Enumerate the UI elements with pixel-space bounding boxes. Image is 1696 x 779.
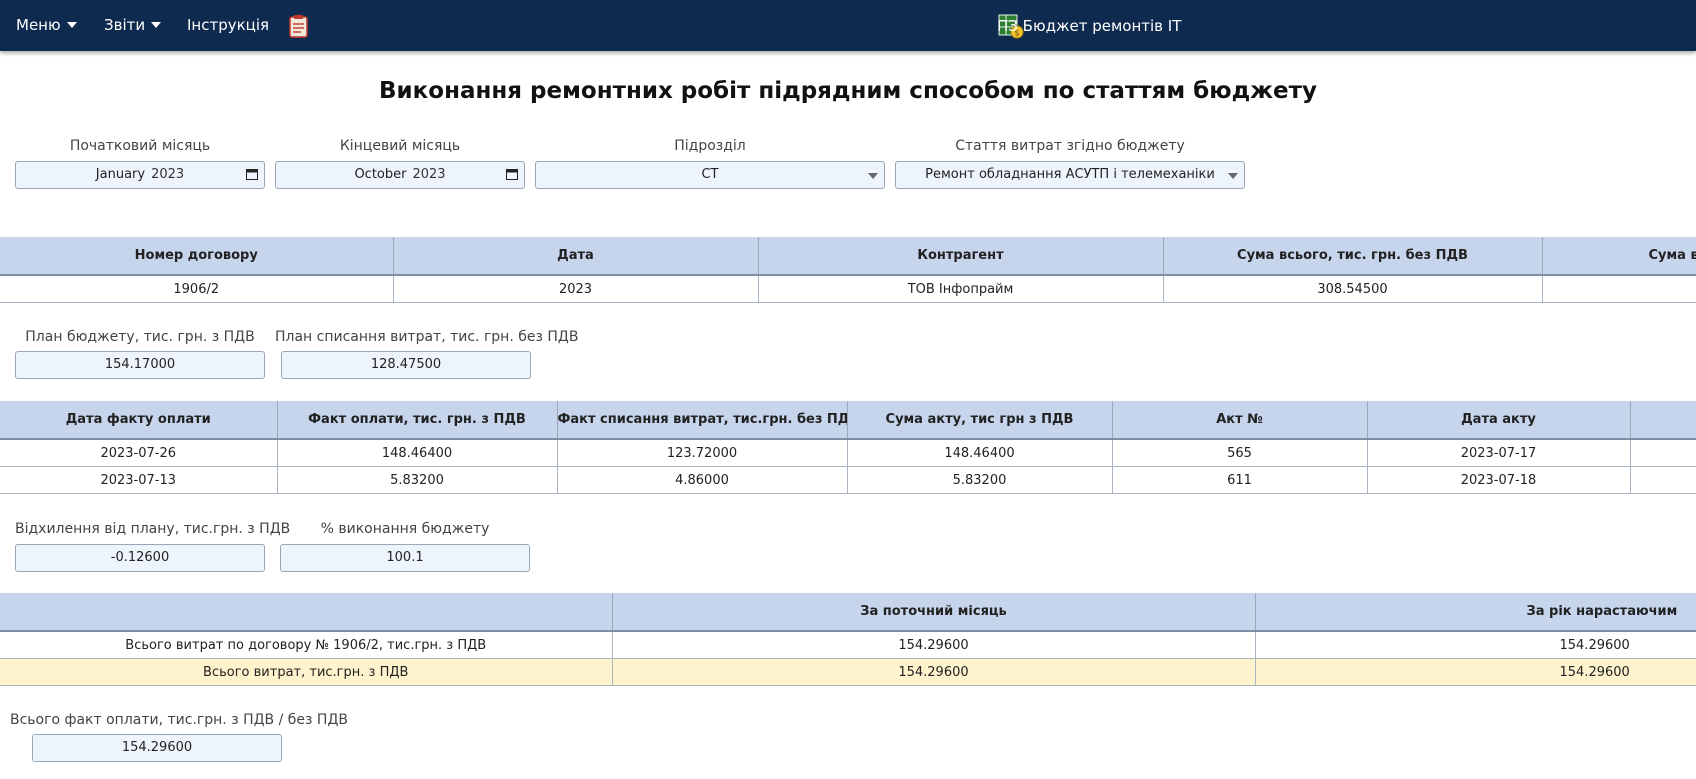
table-cell: 5.83200	[277, 466, 558, 494]
reports-label: Звіти	[104, 16, 146, 34]
top-navbar: Меню Звіти Інструкція $ ПЗ Бюджет ремонт…	[0, 0, 1696, 51]
table-cell	[1630, 439, 1696, 467]
table-cell: ТОВ Інфопрайм	[758, 275, 1164, 303]
table-header-row: Номер договору Дата Контрагент Сума всьо…	[0, 237, 1696, 276]
table-cell: 123.72000	[557, 439, 848, 467]
division-label: Підрозділ	[674, 138, 746, 154]
budget-item-select[interactable]: Ремонт обладнання АСУТП і телемеханіки	[895, 161, 1245, 189]
column-header: Факт оплати, тис. грн. з ПДВ	[277, 401, 558, 440]
contracts-table: Номер договору Дата Контрагент Сума всьо…	[0, 237, 1696, 303]
table-cell: 611	[1112, 466, 1368, 494]
table-cell: 2023-07-26	[0, 439, 278, 467]
menu-label: Меню	[16, 16, 61, 34]
table-cell: 2023	[393, 275, 759, 303]
column-header	[1630, 401, 1696, 440]
column-header: Сума вс	[1542, 237, 1696, 276]
start-month-input[interactable]: January 2023	[15, 161, 265, 189]
table-row[interactable]: 2023-07-13 5.83200 4.86000 5.83200 611 2…	[0, 466, 1696, 494]
table-header-row: За поточний місяць За рік нарастаючим	[0, 593, 1696, 632]
dropdown-arrow-icon	[1228, 173, 1238, 179]
table-cell	[1630, 466, 1696, 494]
table-cell: 2023-07-17	[1367, 439, 1631, 467]
table-cell: 148.46400	[277, 439, 558, 467]
table-row[interactable]: Всього витрат по договору № 1906/2, тис.…	[0, 631, 1696, 659]
table-cell	[1542, 275, 1696, 303]
app-title: ПЗ Бюджет ремонтів IT	[997, 17, 1182, 35]
dropdown-arrow-icon	[868, 173, 878, 179]
column-header: Номер договору	[0, 237, 394, 276]
table-row[interactable]: 2023-07-26 148.46400 123.72000 148.46400…	[0, 439, 1696, 467]
table-cell: 5.83200	[847, 466, 1113, 494]
table-cell: 154.29600	[1255, 631, 1696, 659]
division-select[interactable]: СТ	[535, 161, 885, 189]
column-header: Дата акту	[1367, 401, 1631, 440]
total-paid-field[interactable]: 154.29600	[32, 734, 282, 762]
column-header: Факт списання витрат, тис.грн. без ПДВ	[557, 401, 848, 440]
column-header	[0, 593, 613, 632]
column-header: Дата факту оплати	[0, 401, 278, 440]
deviation-field[interactable]: -0.12600	[15, 544, 265, 572]
table-cell: 308.54500	[1163, 275, 1543, 303]
table-cell: 148.46400	[847, 439, 1113, 467]
caret-down-icon	[66, 22, 77, 28]
column-header: За поточний місяць	[612, 593, 1256, 632]
plan-writeoff-label: План списання витрат, тис. грн. без ПДВ	[275, 329, 579, 345]
column-header: За рік нарастаючим	[1255, 593, 1696, 632]
instruction-label: Інструкція	[187, 16, 270, 34]
end-month-label: Кінцевий місяць	[339, 138, 461, 154]
clipboard-report-icon[interactable]	[288, 14, 310, 38]
budget-item-label: Стаття витрат згідно бюджету	[955, 138, 1185, 154]
column-header: Сума акту, тис грн з ПДВ	[847, 401, 1113, 440]
column-header: Дата	[393, 237, 759, 276]
total-paid-label: Всього факт оплати, тис.грн. з ПДВ / без…	[10, 712, 348, 728]
table-cell: 154.29600	[1255, 658, 1696, 686]
table-cell: Всього витрат, тис.грн. з ПДВ	[0, 658, 613, 686]
table-cell: 154.29600	[612, 658, 1256, 686]
plan-writeoff-field[interactable]: 128.47500	[281, 351, 531, 379]
table-row[interactable]: 1906/2 2023 ТОВ Інфопрайм 308.54500	[0, 275, 1696, 303]
table-cell: 565	[1112, 439, 1368, 467]
summary-table: За поточний місяць За рік нарастаючим Вс…	[0, 593, 1696, 686]
plan-budget-field[interactable]: 154.17000	[15, 351, 265, 379]
table-cell: 2023-07-18	[1367, 466, 1631, 494]
deviation-label: Відхилення від плану, тис.грн. з ПДВ	[15, 521, 291, 537]
calendar-icon[interactable]	[246, 168, 258, 180]
table-cell: 154.29600	[612, 631, 1256, 659]
reports-dropdown[interactable]: Звіти	[104, 16, 162, 34]
table-cell: 4.86000	[557, 466, 848, 494]
page-title: Виконання ремонтних робіт підрядним спос…	[379, 78, 1317, 104]
column-header: Сума всього, тис. грн. без ПДВ	[1163, 237, 1543, 276]
budget-percent-label: % виконання бюджету	[320, 521, 490, 537]
column-header: Контрагент	[758, 237, 1164, 276]
table-cell: 1906/2	[0, 275, 394, 303]
end-month-input[interactable]: October 2023	[275, 161, 525, 189]
instruction-link[interactable]: Інструкція	[187, 16, 269, 34]
menu-dropdown[interactable]: Меню	[16, 16, 77, 34]
table-cell: Всього витрат по договору № 1906/2, тис.…	[0, 631, 613, 659]
table-cell: 2023-07-13	[0, 466, 278, 494]
plan-budget-label: План бюджету, тис. грн. з ПДВ	[25, 329, 255, 345]
budget-percent-field[interactable]: 100.1	[280, 544, 530, 572]
payments-table: Дата факту оплати Факт оплати, тис. грн.…	[0, 401, 1696, 494]
column-header: Акт №	[1112, 401, 1368, 440]
total-row[interactable]: Всього витрат, тис.грн. з ПДВ 154.29600 …	[0, 658, 1696, 686]
start-month-label: Початковий місяць	[69, 138, 211, 154]
table-header-row: Дата факту оплати Факт оплати, тис. грн.…	[0, 401, 1696, 440]
caret-down-icon	[151, 22, 162, 28]
calendar-icon[interactable]	[506, 168, 518, 180]
